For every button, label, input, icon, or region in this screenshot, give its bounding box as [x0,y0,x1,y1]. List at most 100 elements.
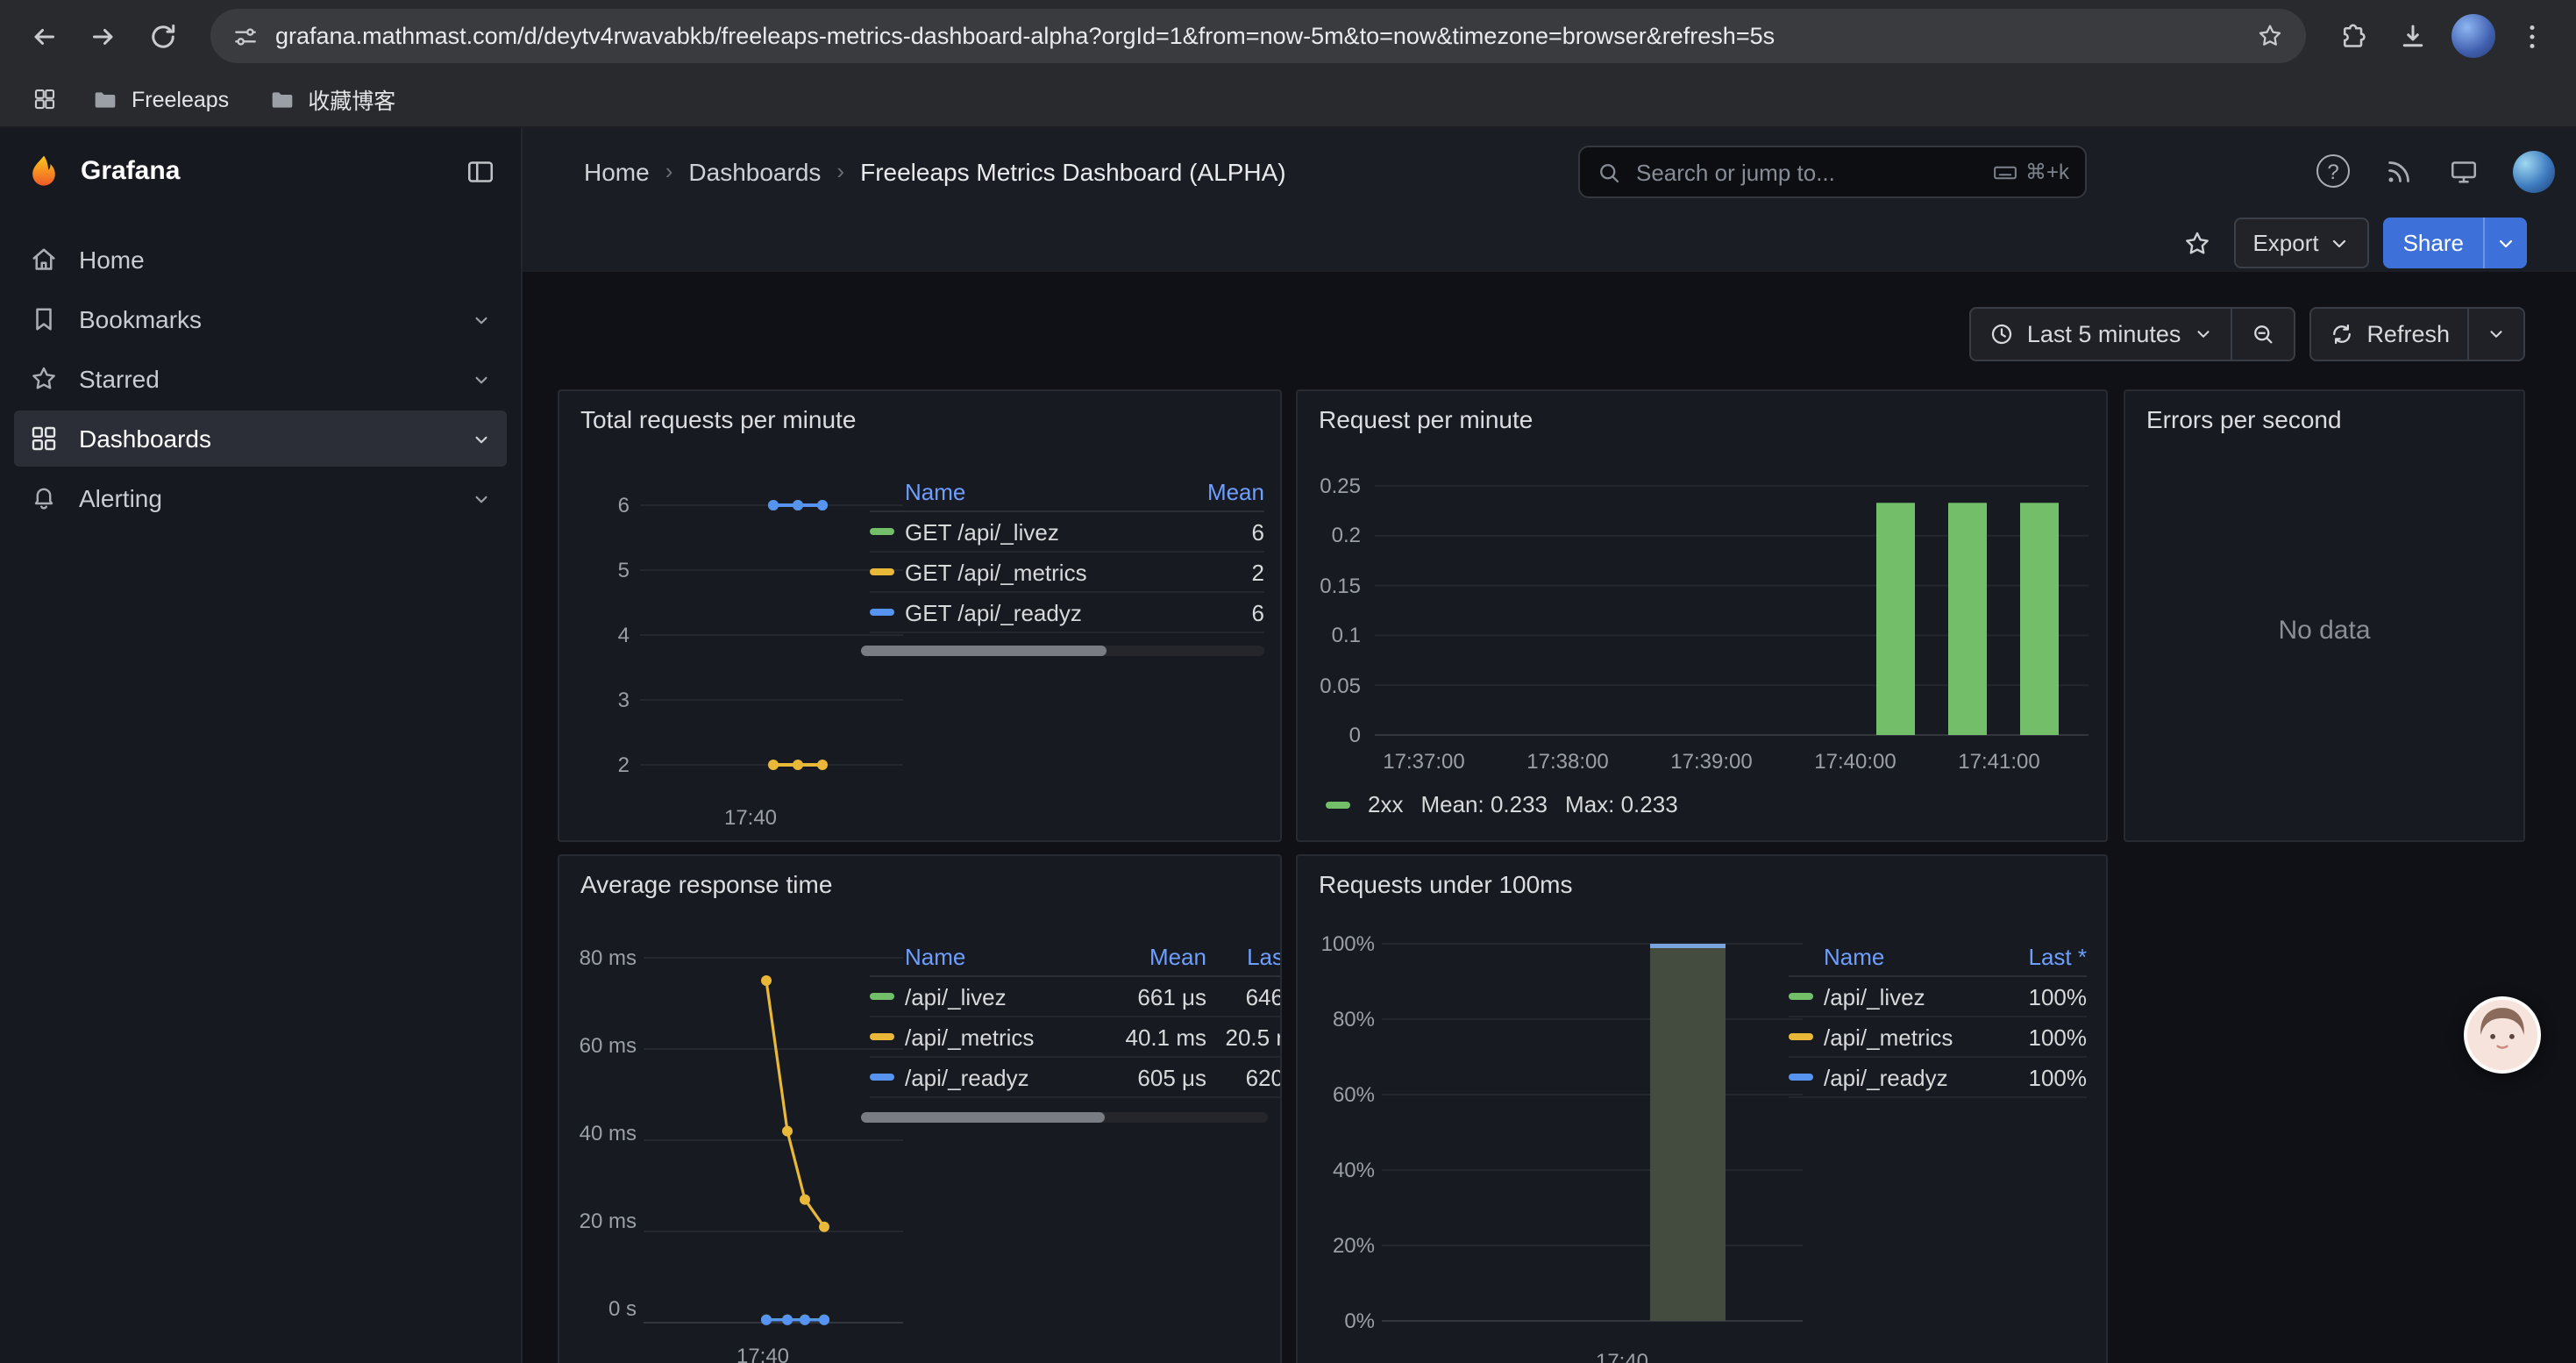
bookmark-label: Freeleaps [132,87,229,111]
chevron-down-icon[interactable] [470,427,493,450]
dashboard-canvas: Last 5 minutes Refresh [523,272,2576,1363]
legend-row[interactable]: /api/_metrics 40.1 ms 20.5 r [870,1017,1282,1058]
sidebar-item-starred[interactable]: Starred [14,351,507,407]
main-area: Home › Dashboards › Freeleaps Metrics Da… [523,128,2576,1363]
panel-request-per-minute: Request per minute 0.250.20.150.10.050 1… [1296,389,2108,842]
scrollbar-thumb[interactable] [861,1112,1105,1123]
legend-mean: Mean: 0.233 [1420,791,1548,817]
bookmark-star-icon[interactable] [2255,21,2285,51]
assistant-avatar-overlay[interactable] [2464,996,2541,1074]
average-response-plot[interactable] [644,944,903,1338]
legend-header-mean[interactable]: Mean [1098,943,1206,969]
refresh-button[interactable]: Refresh [2309,307,2469,361]
search-input[interactable] [1636,159,1978,185]
no-data-message: No data [2125,616,2523,646]
legend-row[interactable]: /api/_livez 661 μs 646 [870,977,1282,1017]
panel-title[interactable]: Request per minute [1298,391,2106,437]
legend-row[interactable]: /api/_livez 100% [1789,977,2087,1017]
panel-title[interactable]: Average response time [559,856,1280,902]
bell-icon [28,482,60,514]
folder-icon [91,85,119,113]
bookmark-folder-freeleaps[interactable]: Freeleaps [77,80,243,118]
address-bar[interactable] [210,9,2306,63]
back-button[interactable] [18,10,70,62]
legend-series[interactable]: 2xx [1368,791,1403,817]
breadcrumb-dashboards[interactable]: Dashboards [688,157,821,185]
legend-header-name[interactable]: Name [1824,943,1996,969]
sidebar-item-bookmarks[interactable]: Bookmarks [14,291,507,347]
downloads-button[interactable] [2387,10,2439,62]
search-shortcut: ⌘+k [1992,159,2069,185]
back-icon [28,20,60,52]
under-100ms-plot[interactable] [1382,930,1803,1344]
y-axis: 100%80%60%40%20%0% [1301,930,1375,1335]
monitor-icon[interactable] [2448,155,2480,187]
legend-row[interactable]: GET /api/_livez 6 [870,512,1264,553]
legend-header-mean[interactable]: Mean [1166,478,1264,504]
bookmark-icon [28,303,60,335]
legend-row[interactable]: /api/_metrics 100% [1789,1017,2087,1058]
panel-title[interactable]: Total requests per minute [559,391,1280,437]
legend-row[interactable]: GET /api/_readyz 6 [870,593,1264,633]
time-range-group: Last 5 minutes [1969,307,2295,361]
chevron-down-icon[interactable] [470,368,493,390]
legend-header-name[interactable]: Name [905,943,1098,969]
legend-row[interactable]: /api/_readyz 100% [1789,1058,2087,1098]
legend-scrollbar[interactable] [861,646,1264,656]
legend-table: Name Mean GET /api/_livez 6 GET /api/_me… [870,472,1264,633]
legend-header-name[interactable]: Name [905,478,1166,504]
x-axis-label: 17:40 [644,1344,882,1363]
panel-title[interactable]: Errors per second [2125,391,2523,437]
legend-row[interactable]: /api/_readyz 605 μs 620 [870,1058,1282,1098]
chevron-down-icon[interactable] [470,487,493,510]
sidebar: Grafana Home Bookmarks Starred [0,128,523,1363]
collapse-sidebar-icon[interactable] [465,155,496,187]
user-avatar[interactable] [2513,150,2555,192]
grafana-logo-icon[interactable] [25,152,63,190]
total-requests-plot[interactable] [640,491,903,782]
bookmark-folder-blogs[interactable]: 收藏博客 [253,77,409,121]
refresh-interval-caret[interactable] [2469,307,2525,361]
news-rss-icon[interactable] [2383,155,2415,187]
time-range-picker[interactable]: Last 5 minutes [1969,307,2232,361]
browser-profile-button[interactable] [2446,10,2499,62]
folder-icon [267,85,295,113]
y-axis: 80 ms60 ms40 ms20 ms0 s [563,944,637,1323]
extensions-button[interactable] [2327,10,2380,62]
favorite-star-icon[interactable] [2181,227,2212,259]
screen: Freeleaps 收藏博客 Grafana Home [0,0,2576,1363]
zoom-out-button[interactable] [2231,307,2295,361]
request-per-minute-plot[interactable] [1375,475,2089,742]
panel-title[interactable]: Requests under 100ms [1298,856,2106,902]
sidebar-item-dashboards[interactable]: Dashboards [14,410,507,467]
share-button-caret[interactable] [2483,218,2527,268]
x-axis-label: 17:40 [1382,1349,1862,1363]
browser-menu-button[interactable] [2506,10,2558,62]
share-button-main[interactable]: Share [2384,218,2483,268]
bookmarks-bar: Freeleaps 收藏博客 [0,72,2576,128]
scrollbar-thumb[interactable] [861,646,1107,656]
legend-scrollbar[interactable] [861,1112,1268,1123]
apps-shortcut[interactable] [21,76,67,122]
search-box[interactable]: ⌘+k [1578,146,2087,198]
url-input[interactable] [275,23,2239,49]
x-axis: 17:37:0017:38:0017:39:0017:40:0017:41:00 [1352,749,2071,774]
avatar-face-icon [2467,1000,2537,1070]
tune-icon[interactable] [231,22,260,50]
legend-header-last[interactable]: Las [1206,943,1282,969]
help-icon[interactable]: ? [2316,154,2350,188]
forward-button[interactable] [77,10,130,62]
series-color-dash [870,993,894,1000]
reload-button[interactable] [137,10,189,62]
apps-grid-icon [31,86,57,112]
sidebar-item-alerting[interactable]: Alerting [14,470,507,526]
sidebar-item-home[interactable]: Home [14,232,507,288]
export-button[interactable]: Export [2233,218,2369,268]
breadcrumb-home[interactable]: Home [584,157,650,185]
panel-total-requests: Total requests per minute 65432 17:40 Na… [558,389,1282,842]
legend-row[interactable]: GET /api/_metrics 2 [870,553,1264,593]
legend-header: Name Mean [870,472,1264,512]
y-axis: 65432 [566,491,630,779]
chevron-down-icon[interactable] [470,308,493,331]
legend-header-last[interactable]: Last * [1996,943,2087,969]
